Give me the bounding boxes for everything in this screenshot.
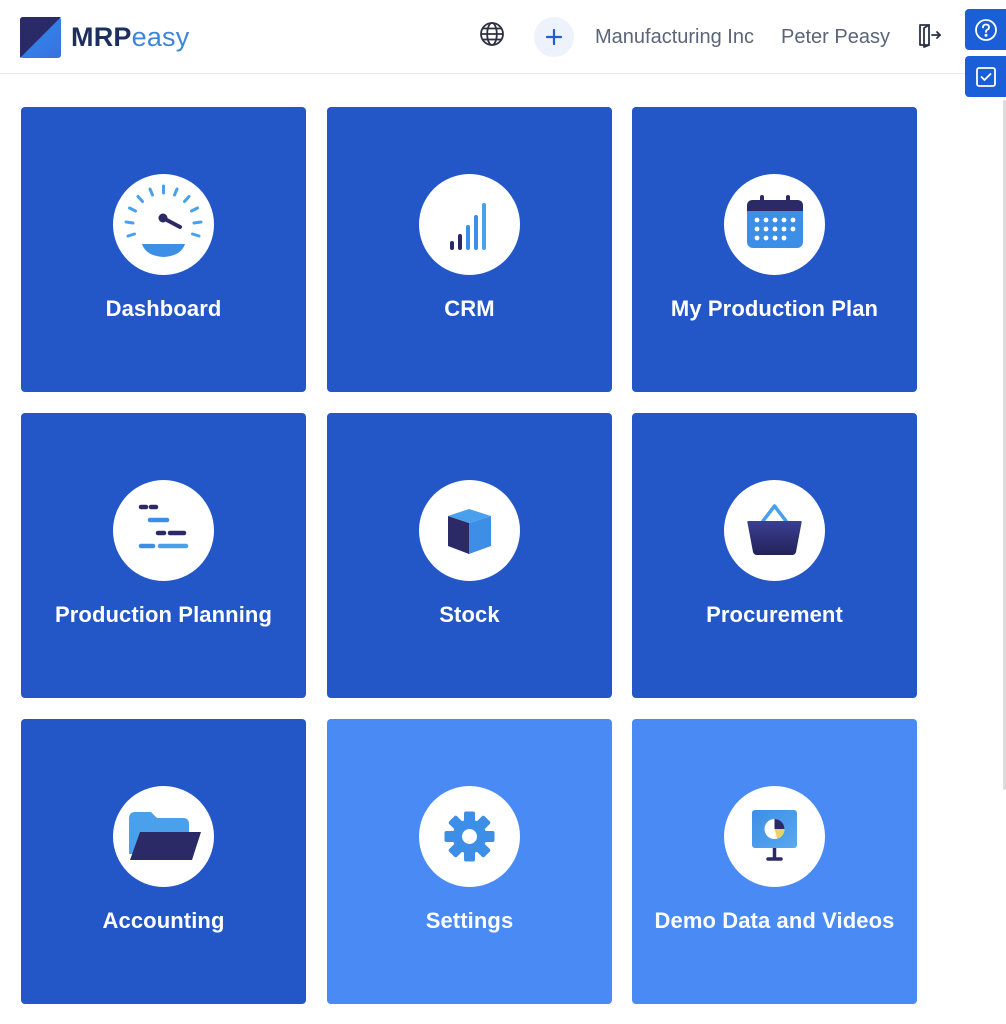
tile-icon-circle bbox=[113, 480, 214, 581]
logout-icon bbox=[919, 24, 941, 48]
gear-icon bbox=[444, 811, 495, 862]
basket-icon bbox=[747, 504, 802, 555]
tile-icon-circle bbox=[419, 174, 520, 275]
box-icon bbox=[448, 509, 491, 554]
tile-label: Accounting bbox=[102, 908, 225, 933]
tile-label: CRM bbox=[444, 296, 495, 321]
tile-icon-circle bbox=[113, 174, 214, 275]
tasks-button[interactable] bbox=[965, 56, 1006, 97]
tile-icon-circle bbox=[113, 786, 214, 887]
tile-settings[interactable]: Settings bbox=[327, 719, 612, 1004]
tile-label: Settings bbox=[425, 908, 514, 933]
language-button[interactable] bbox=[474, 16, 510, 52]
logo[interactable]: MRPeasy bbox=[20, 17, 189, 58]
tile-crm[interactable]: CRM bbox=[327, 107, 612, 392]
user-name[interactable]: Peter Peasy bbox=[781, 26, 890, 49]
tile-label: Production Planning bbox=[54, 602, 272, 627]
tile-label: My Production Plan bbox=[670, 296, 879, 321]
logout-button[interactable] bbox=[913, 18, 945, 52]
tile-icon-circle bbox=[419, 480, 520, 581]
help-circle-icon bbox=[974, 18, 997, 41]
checkbox-icon bbox=[975, 66, 996, 87]
app-header: MRPeasy Manufacturing Inc Peter Peasy bbox=[0, 0, 1006, 74]
tile-procurement[interactable]: Procurement bbox=[632, 413, 917, 698]
tile-label: Demo Data and Videos bbox=[654, 908, 895, 933]
tile-demo-data-and-videos[interactable]: Demo Data and Videos bbox=[632, 719, 917, 1004]
logo-text: MRPeasy bbox=[71, 17, 189, 58]
help-button[interactable] bbox=[965, 9, 1006, 50]
tile-production-planning[interactable]: Production Planning bbox=[21, 413, 306, 698]
tile-label: Dashboard bbox=[105, 296, 222, 321]
logo-mrp-text: MRP bbox=[71, 22, 132, 52]
tile-dashboard[interactable]: Dashboard bbox=[21, 107, 306, 392]
calendar-icon bbox=[747, 195, 803, 248]
tile-accounting[interactable]: Accounting bbox=[21, 719, 306, 1004]
tile-stock[interactable]: Stock bbox=[327, 413, 612, 698]
folder-icon bbox=[129, 812, 201, 860]
tile-my-production-plan[interactable]: My Production Plan bbox=[632, 107, 917, 392]
plus-icon bbox=[545, 28, 563, 46]
presentation-icon bbox=[752, 810, 797, 861]
tile-icon-circle bbox=[419, 786, 520, 887]
globe-icon bbox=[480, 22, 504, 46]
tile-icon-circle bbox=[724, 174, 825, 275]
signal-bars-icon bbox=[450, 203, 486, 250]
gantt-icon bbox=[138, 504, 189, 549]
tile-label: Stock bbox=[439, 602, 500, 627]
logo-easy-text: easy bbox=[131, 22, 190, 52]
company-name[interactable]: Manufacturing Inc bbox=[595, 26, 754, 49]
logo-mark-icon bbox=[20, 17, 61, 58]
tile-icon-circle bbox=[724, 786, 825, 887]
tile-icon-circle bbox=[724, 480, 825, 581]
tile-label: Procurement bbox=[706, 602, 843, 627]
speedometer-icon bbox=[124, 184, 203, 257]
add-button[interactable] bbox=[534, 17, 574, 57]
